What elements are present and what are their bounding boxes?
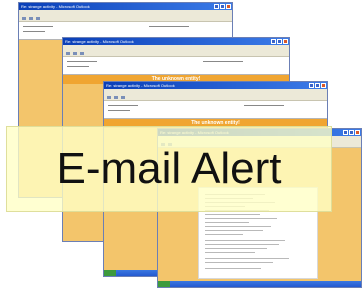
minimize-icon[interactable] [343,130,348,135]
window-title: Re: strange activity - Microsoft Outlook [106,83,175,88]
start-button[interactable] [158,281,170,287]
toolbar [19,15,232,22]
reply-all-icon[interactable] [114,96,118,99]
reply-icon[interactable] [22,17,26,20]
forward-icon[interactable] [121,96,125,99]
close-icon[interactable] [283,39,288,44]
window-title: Re: strange activity - Microsoft Outlook [21,4,90,9]
alert-title: E-mail Alert [56,144,282,193]
alert-overlay: E-mail Alert [6,126,332,212]
forward-icon[interactable] [80,52,84,55]
maximize-icon[interactable] [315,83,320,88]
start-button[interactable] [104,270,116,276]
maximize-icon[interactable] [349,130,354,135]
forward-icon[interactable] [36,17,40,20]
reply-icon[interactable] [107,96,111,99]
reply-all-icon[interactable] [29,17,33,20]
close-icon[interactable] [226,4,231,9]
window-titlebar: Re: strange activity - Microsoft Outlook [104,82,327,89]
window-titlebar: Re: strange activity - Microsoft Outlook [63,38,289,45]
maximize-icon[interactable] [220,4,225,9]
maximize-icon[interactable] [277,39,282,44]
window-titlebar: Re: strange activity - Microsoft Outlook [19,3,232,10]
minimize-icon[interactable] [271,39,276,44]
message-header [104,101,327,119]
reply-icon[interactable] [66,52,70,55]
close-icon[interactable] [321,83,326,88]
message-header [63,57,289,75]
reply-all-icon[interactable] [73,52,77,55]
minimize-icon[interactable] [309,83,314,88]
toolbar [63,50,289,57]
toolbar [104,94,327,101]
taskbar [158,281,361,287]
window-title: Re: strange activity - Microsoft Outlook [65,39,134,44]
close-icon[interactable] [355,130,360,135]
minimize-icon[interactable] [214,4,219,9]
